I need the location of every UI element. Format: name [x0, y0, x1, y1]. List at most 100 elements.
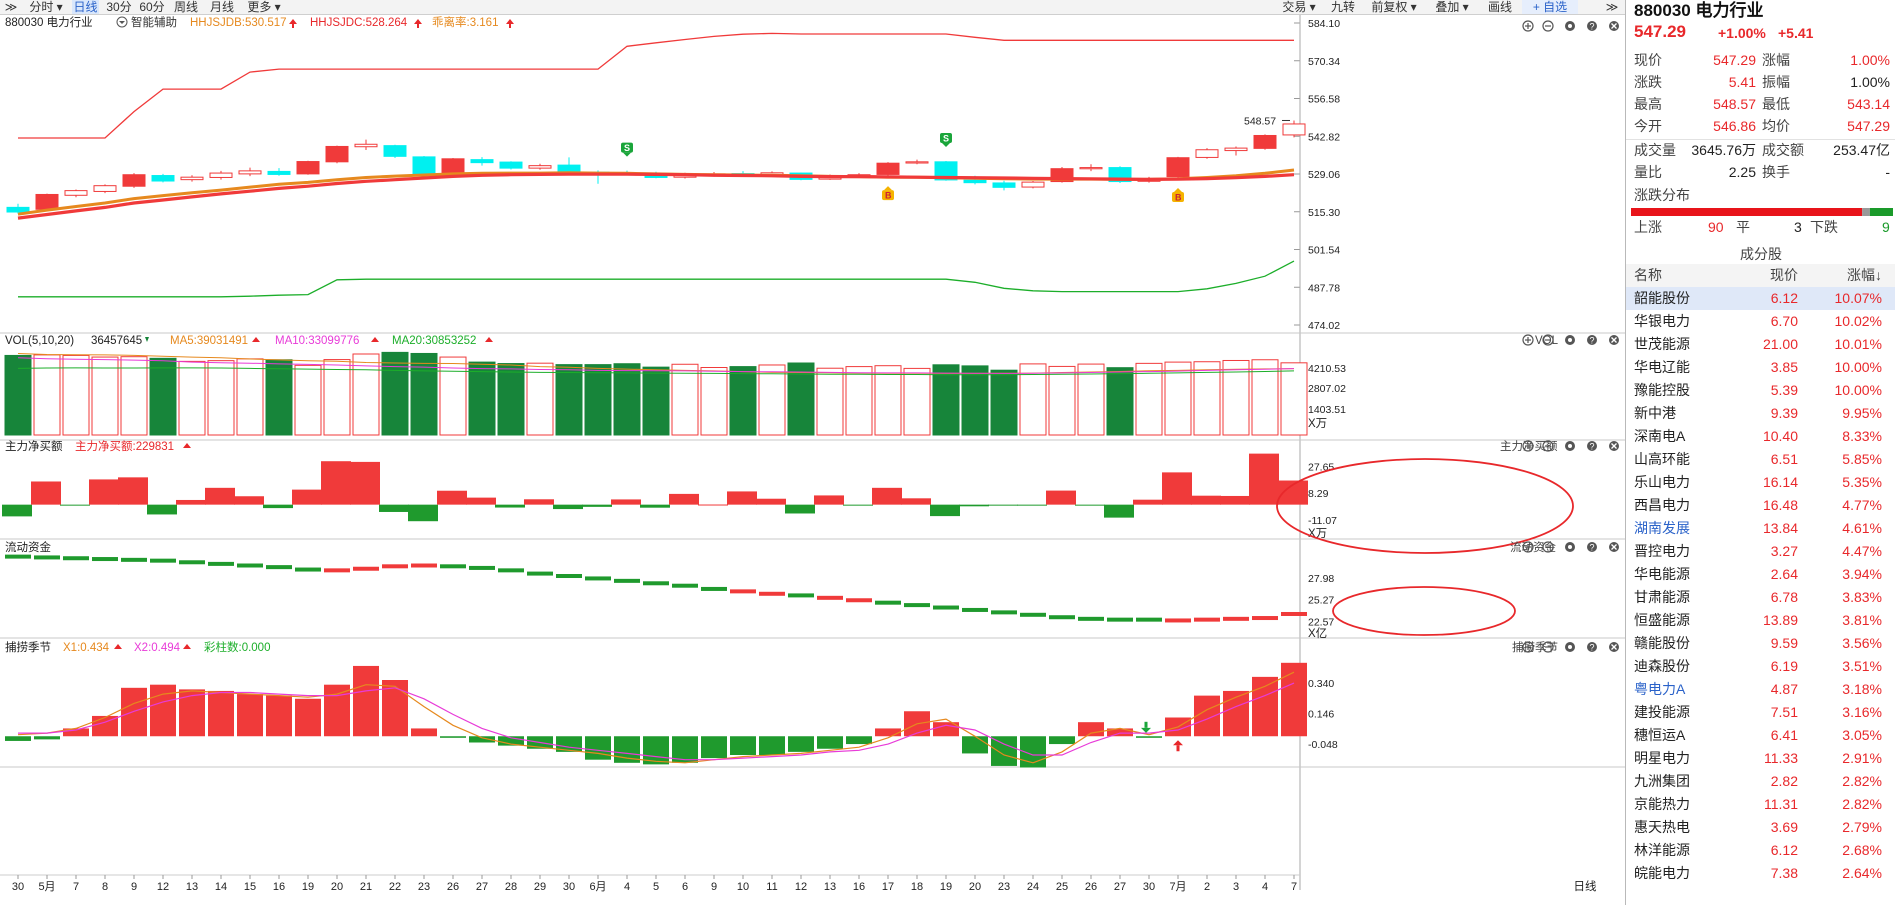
liquidity-bar [556, 574, 582, 579]
toolbar-more-button[interactable]: 更多 ▾ [244, 0, 284, 14]
table-row[interactable]: 明星电力 11.33 2.91% [1626, 747, 1895, 770]
sort-name-header[interactable]: 名称 [1634, 264, 1662, 287]
volume-bar [845, 366, 873, 436]
table-row[interactable]: 赣能股份 9.59 3.56% [1626, 632, 1895, 655]
season-bar [121, 687, 147, 737]
table-row[interactable]: 山高环能 6.51 5.85% [1626, 448, 1895, 471]
stock-price: 6.41 [1770, 727, 1798, 743]
toolbar-huaxian-button[interactable]: 画线 [1482, 0, 1518, 14]
indicator-jdc: HHJSJDC:528.264 [310, 17, 408, 29]
date-label: 21 [360, 881, 372, 893]
toolbar-m30-button[interactable]: 30分 [104, 0, 134, 14]
sort-pct-header[interactable]: 涨幅↓ [1847, 264, 1882, 287]
table-row[interactable]: 乐山电力 16.14 5.35% [1626, 471, 1895, 494]
table-row[interactable]: 京能热力 11.31 2.82% [1626, 793, 1895, 816]
vol-axis-label: 4210.53 [1308, 363, 1346, 375]
table-row[interactable]: 甘肃能源 6.78 3.83% [1626, 586, 1895, 609]
sort-price-header[interactable]: 现价 [1770, 264, 1798, 287]
candle-body [470, 159, 494, 164]
table-row[interactable]: 华电辽能 3.85 10.00% [1626, 356, 1895, 379]
liquidity-bar [179, 560, 205, 565]
up-arrow-icon [289, 19, 297, 24]
candle-body [528, 165, 552, 169]
net-buy-bar [292, 489, 322, 505]
toolbar-jiaoyi-button[interactable]: 交易 ▾ [1275, 0, 1323, 14]
stock-price: 7.38 [1770, 865, 1798, 881]
volume-bar [62, 354, 90, 436]
price-axis-label: 542.82 [1308, 131, 1340, 143]
stock-name: 世茂能源 [1634, 336, 1690, 352]
table-row[interactable]: 豫能控股 5.39 10.00% [1626, 379, 1895, 402]
quote-v2: 1.00% [1850, 74, 1890, 90]
price-axis-label: 474.02 [1308, 320, 1340, 332]
season-bar [701, 736, 727, 759]
net-buy-bar [2, 504, 32, 517]
table-row[interactable]: 华电能源 2.64 3.94% [1626, 563, 1895, 586]
up-arrow-icon [183, 644, 191, 649]
table-row[interactable]: 韶能股份 6.12 10.07% [1626, 287, 1895, 310]
gear-icon-hole [1568, 545, 1572, 549]
toolbar-m60-button[interactable]: 60分 [137, 0, 167, 14]
stock-price: 21.00 [1762, 336, 1798, 352]
toolbar-rixian-button[interactable]: 日线 [72, 0, 99, 14]
toolbar-jiuzhuan-button[interactable]: 九转 [1325, 0, 1361, 14]
gear-icon-hole [1568, 645, 1572, 649]
quote-v1: 546.86 [1713, 118, 1756, 134]
table-row[interactable]: 惠天热电 3.69 2.79% [1626, 816, 1895, 839]
liquidity-bar [92, 557, 118, 562]
season-axis-label: 0.340 [1308, 678, 1334, 690]
net-buy-bar [553, 504, 583, 510]
toolbar-zhouxian-button[interactable]: 周线 [171, 0, 201, 14]
table-row[interactable]: 湖南发展 13.84 4.61% [1626, 517, 1895, 540]
toolbar-diejia-button[interactable]: 叠加 ▾ [1426, 0, 1478, 14]
candle-body [557, 164, 581, 173]
liquidity-bar [121, 557, 147, 562]
liquidity-bar [237, 563, 263, 568]
net-buy-bar [1104, 504, 1134, 518]
candle-body [296, 161, 320, 175]
table-row[interactable]: 深南电A 10.40 8.33% [1626, 425, 1895, 448]
stock-change-pct: 10.02% [1834, 313, 1882, 329]
season-bar [759, 736, 785, 755]
table-row[interactable]: 穗恒运A 6.41 3.05% [1626, 724, 1895, 747]
toolbar-fenshi-button[interactable]: 分时 ▾ [26, 0, 66, 14]
table-row[interactable]: 九洲集团 2.82 2.82% [1626, 770, 1895, 793]
table-row[interactable]: 西昌电力 16.48 4.77% [1626, 494, 1895, 517]
liquidity-bar [353, 566, 379, 571]
table-row[interactable]: 粤电力A 4.87 3.18% [1626, 678, 1895, 701]
buy-signal-pointer [1174, 188, 1182, 193]
volume-bar [613, 363, 641, 436]
down-signal-icon-stem [1144, 721, 1148, 728]
table-row[interactable]: 晋控电力 3.27 4.47% [1626, 540, 1895, 563]
table-row[interactable]: 世茂能源 21.00 10.01% [1626, 333, 1895, 356]
toolbar-qianfuquan-button[interactable]: 前复权 ▾ [1365, 0, 1423, 14]
table-row[interactable]: 恒盛能源 13.89 3.81% [1626, 609, 1895, 632]
kline-chart-area: 584.10 570.34 556.58 542.82 529.06 515.30 501.… [0, 15, 1625, 905]
toolbar-yuexian-button[interactable]: 月线 [206, 0, 238, 14]
stock-name: 深南电A [1634, 428, 1686, 444]
net-buy-title: 主力净买额 [5, 439, 63, 453]
candle-body [151, 175, 175, 182]
vol-axis-label: 2807.02 [1308, 383, 1346, 395]
net-buy-bar [1075, 504, 1105, 506]
up-arrow-icon [114, 644, 122, 649]
stock-change-pct: 3.16% [1842, 704, 1882, 720]
table-row[interactable]: 华银电力 6.70 10.02% [1626, 310, 1895, 333]
candle-body [267, 170, 291, 175]
high-price-label: 548.57 [1244, 115, 1276, 127]
quote-row: 今开 546.86 均价 547.29 [1626, 115, 1895, 137]
table-row[interactable]: 新中港 9.39 9.95% [1626, 402, 1895, 425]
table-row[interactable]: 建投能源 7.51 3.16% [1626, 701, 1895, 724]
price-axis-label: 556.58 [1308, 94, 1340, 106]
toolbar-collapse-button[interactable]: ≫ [2, 0, 20, 14]
net-buy-bar [89, 479, 119, 505]
table-row[interactable]: 林洋能源 6.12 2.68% [1626, 839, 1895, 862]
table-row[interactable]: 迪森股份 6.19 3.51% [1626, 655, 1895, 678]
price-axis-label: 570.34 [1308, 56, 1340, 68]
table-row[interactable]: 皖能电力 7.38 2.64% [1626, 862, 1895, 885]
toolbar-zixuan-button[interactable]: + 自选 [1522, 0, 1578, 14]
toolbar-expand-button[interactable]: ≫ [1603, 0, 1621, 14]
volume-bar [932, 364, 960, 436]
stock-name: 明星电力 [1634, 750, 1690, 766]
price-axis-label: 487.78 [1308, 282, 1340, 294]
